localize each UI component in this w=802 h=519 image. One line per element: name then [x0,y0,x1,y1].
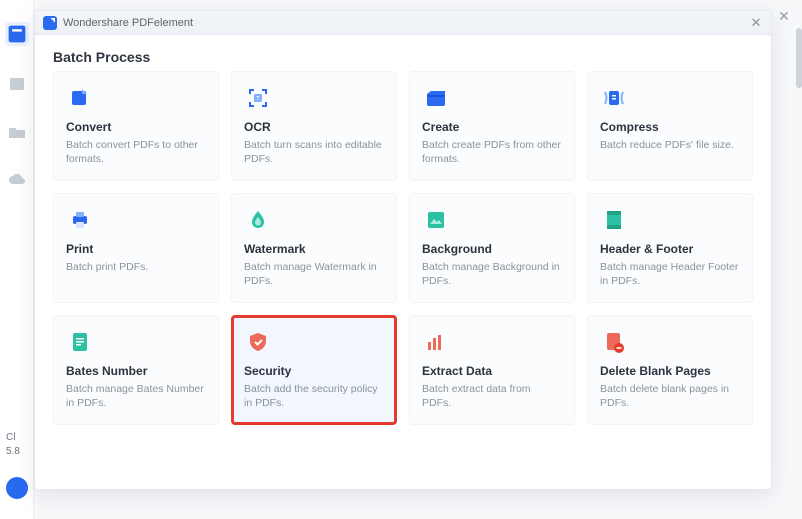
card-title: Bates Number [66,364,206,378]
card-desc: Batch manage Header Footer in PDFs. [600,260,740,288]
security-icon [244,328,272,356]
card-desc: Batch convert PDFs to other formats. [66,138,206,166]
watermark-icon [244,206,272,234]
rail-folder-icon[interactable] [7,122,27,142]
modal-titlebar: Wondershare PDFelement ✕ [35,11,771,35]
card-background[interactable]: Background Batch manage Background in PD… [409,193,575,303]
extract-icon [422,328,450,356]
card-title: Background [422,242,562,256]
card-desc: Batch manage Watermark in PDFs. [244,260,384,288]
card-ocr[interactable]: T OCR Batch turn scans into editable PDF… [231,71,397,181]
card-title: Delete Blank Pages [600,364,740,378]
card-security[interactable]: Security Batch add the security policy i… [231,315,397,425]
card-bates-number[interactable]: Bates Number Batch manage Bates Number i… [53,315,219,425]
card-desc: Batch manage Background in PDFs. [422,260,562,288]
card-title: Security [244,364,384,378]
card-title: Compress [600,120,740,134]
app-shell: Cl 5.8 ✕ Wondershare PDFelement ✕ Batch … [0,0,802,519]
svg-text:T: T [256,97,260,103]
left-text-1: Cl [6,431,20,445]
card-create[interactable]: Create Batch create PDFs from other form… [409,71,575,181]
modal-app-title: Wondershare PDFelement [63,17,749,29]
outer-close-icon[interactable]: ✕ [776,8,792,24]
ocr-icon: T [244,84,272,112]
card-title: Convert [66,120,206,134]
card-compress[interactable]: Compress Batch reduce PDFs' file size. [587,71,753,181]
card-desc: Batch create PDFs from other formats. [422,138,562,166]
card-convert[interactable]: Convert Batch convert PDFs to other form… [53,71,219,181]
scrollbar-thumb[interactable] [796,28,802,88]
card-desc: Batch extract data from PDFs. [422,382,562,410]
bates-icon [66,328,94,356]
card-title: Create [422,120,562,134]
card-desc: Batch reduce PDFs' file size. [600,138,740,152]
batch-process-modal: Wondershare PDFelement ✕ Batch Process C… [34,10,772,490]
modal-close-icon[interactable]: ✕ [749,16,763,30]
card-desc: Batch manage Bates Number in PDFs. [66,382,206,410]
left-panel-text: Cl 5.8 [6,431,20,459]
card-print[interactable]: Print Batch print PDFs. [53,193,219,303]
modal-body: Batch Process Convert Batch convert PDFs… [35,35,771,435]
card-desc: Batch add the security policy in PDFs. [244,382,384,410]
card-desc: Batch print PDFs. [66,260,206,274]
card-title: Header & Footer [600,242,740,256]
convert-icon [66,84,94,112]
card-title: OCR [244,120,384,134]
card-title: Extract Data [422,364,562,378]
card-desc: Batch turn scans into editable PDFs. [244,138,384,166]
card-title: Print [66,242,206,256]
card-title: Watermark [244,242,384,256]
rail-primary-action[interactable] [6,477,28,499]
card-watermark[interactable]: Watermark Batch manage Watermark in PDFs… [231,193,397,303]
card-header-footer[interactable]: Header & Footer Batch manage Header Foot… [587,193,753,303]
rail-files-icon[interactable] [7,74,27,94]
delete-blank-icon [600,328,628,356]
header-footer-icon [600,206,628,234]
compress-icon [600,84,628,112]
app-logo-icon [43,16,57,30]
modal-heading: Batch Process [53,49,753,65]
card-extract-data[interactable]: Extract Data Batch extract data from PDF… [409,315,575,425]
rail-cloud-icon[interactable] [7,170,27,190]
background-icon [422,206,450,234]
card-delete-blank[interactable]: Delete Blank Pages Batch delete blank pa… [587,315,753,425]
batch-card-grid: Convert Batch convert PDFs to other form… [53,71,753,425]
left-text-2: 5.8 [6,445,20,459]
rail-home-icon[interactable] [5,22,29,46]
card-desc: Batch delete blank pages in PDFs. [600,382,740,410]
print-icon [66,206,94,234]
create-icon [422,84,450,112]
